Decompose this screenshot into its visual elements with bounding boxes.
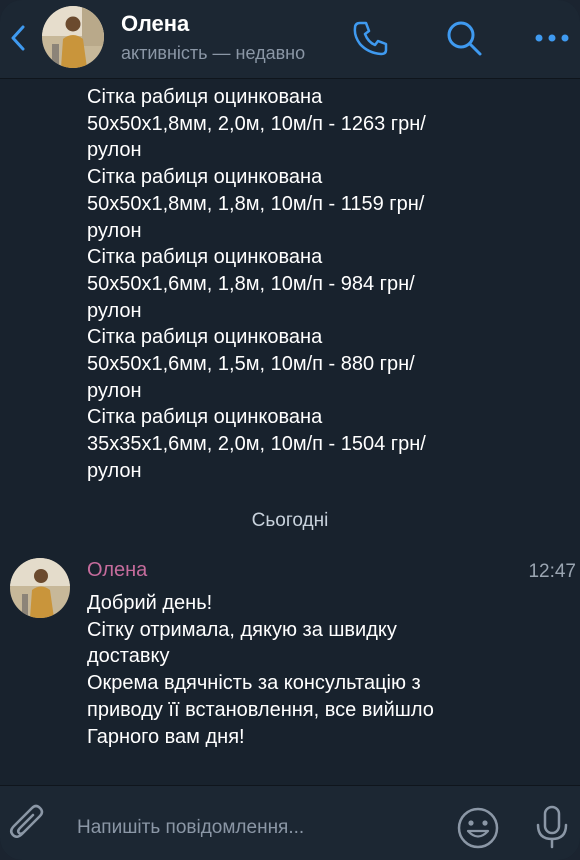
contact-status: активність — недавно — [121, 43, 306, 63]
message-line: Гарного вам дня! — [87, 725, 245, 748]
message-line: Сітка рабиця оцинкована — [87, 326, 323, 349]
contact-avatar[interactable] — [42, 6, 104, 68]
message-line: приводу її встановлення, все вийшло — [87, 698, 434, 721]
search-icon[interactable] — [444, 18, 484, 58]
contact-name[interactable]: Олена — [121, 11, 189, 37]
microphone-icon[interactable] — [530, 804, 574, 850]
message-line: рулон — [87, 219, 142, 242]
message-list[interactable]: Сітка рабиця оцинкована 50х50х1,8мм, 2,0… — [0, 60, 580, 785]
message-line: Сітка рабиця оцинкована — [87, 246, 323, 269]
message-line: рулон — [87, 139, 142, 162]
message-line: 50х50х1,6мм, 1,5м, 10м/п - 880 грн/ — [87, 353, 415, 376]
message-line: Сітка рабиця оцинкована — [87, 166, 323, 189]
date-separator: Сьогодні — [251, 510, 329, 531]
chat-screen: Сітка рабиця оцинкована 50х50х1,8мм, 2,0… — [0, 0, 580, 860]
message-line: 35х35х1,6мм, 2,0м, 10м/п - 1504 грн/ — [87, 433, 426, 456]
more-icon[interactable] — [532, 18, 572, 58]
phone-icon[interactable] — [350, 18, 390, 58]
sender-avatar[interactable] — [10, 558, 70, 618]
message-line: Окрема вдячність за консультацію з — [87, 672, 421, 695]
message-line: рулон — [87, 299, 142, 322]
message-line: Сітка рабиця оцинкована — [87, 86, 323, 108]
message-line: рулон — [87, 459, 142, 482]
message-time: 12:47 — [528, 561, 576, 582]
message-line: 50х50х1,6мм, 1,8м, 10м/п - 984 грн/ — [87, 272, 415, 295]
message-line: 50х50х1,8мм, 1,8м, 10м/п - 1159 грн/ — [87, 192, 425, 215]
message-line: Сітка рабиця оцинкована — [87, 406, 323, 429]
message-line: Добрий день! — [87, 592, 213, 614]
message-input-bar: Напишіть повідомлення... — [0, 785, 580, 860]
message-line: рулон — [87, 379, 142, 402]
message-line: Сітку отримала, дякую за швидку — [87, 618, 397, 641]
paperclip-icon[interactable] — [8, 804, 48, 846]
message-line: 50х50х1,8мм, 2,0м, 10м/п - 1263 грн/ — [87, 112, 426, 135]
message-incoming[interactable]: Добрий день! Сітку отримала, дякую за шв… — [87, 590, 527, 750]
back-chevron-icon[interactable] — [6, 22, 30, 54]
message-input[interactable]: Напишіть повідомлення... — [77, 817, 304, 839]
message-outgoing-list[interactable]: Сітка рабиця оцинкована 50х50х1,8мм, 2,0… — [87, 84, 527, 485]
chat-header: Олена активність — недавно — [0, 0, 580, 79]
emoji-icon[interactable] — [456, 806, 500, 850]
message-line: доставку — [87, 645, 170, 668]
sender-name[interactable]: Олена — [87, 559, 147, 582]
